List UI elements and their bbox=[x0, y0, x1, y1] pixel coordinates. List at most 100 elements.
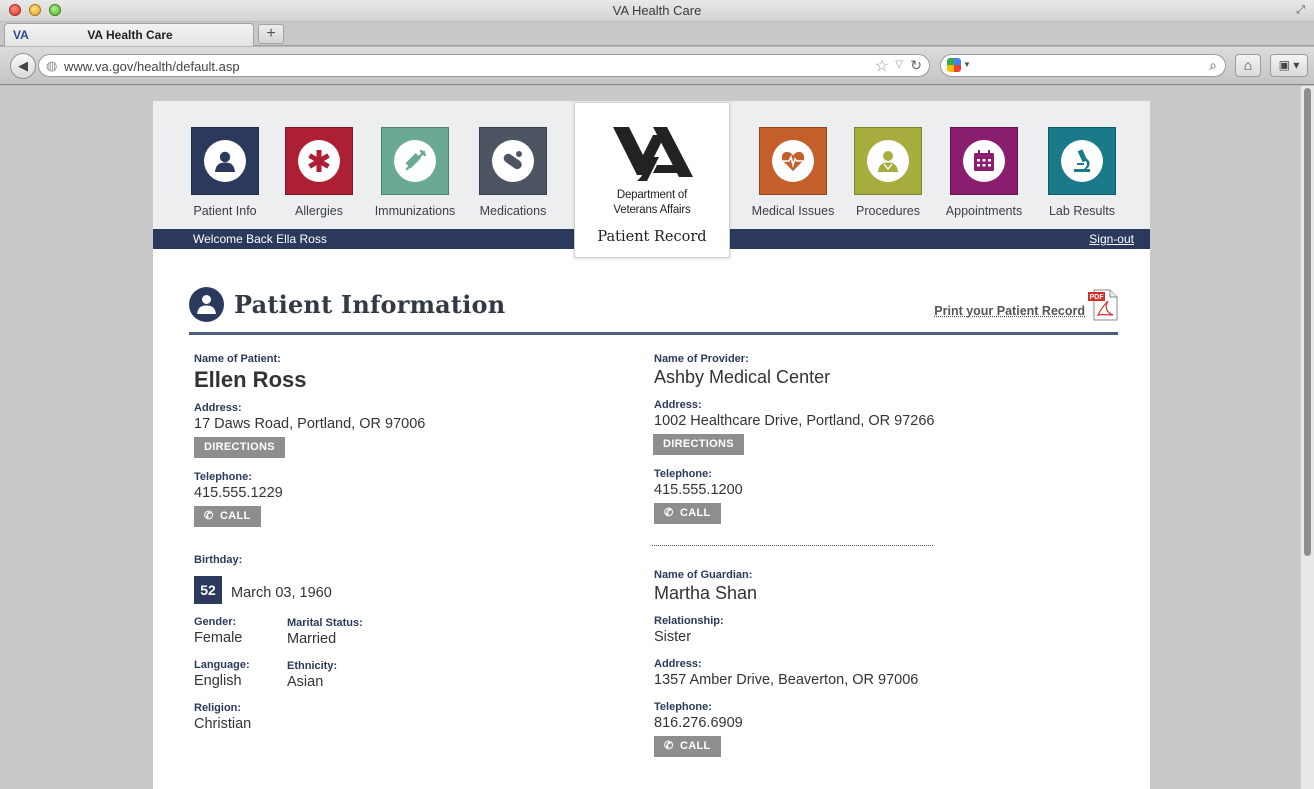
dept-line-2: Veterans Affairs bbox=[613, 204, 691, 216]
call-label: CALL bbox=[220, 510, 251, 522]
pdf-badge-text: PDF bbox=[1090, 294, 1105, 301]
tab-title: VA Health Care bbox=[87, 28, 173, 42]
fullscreen-icon[interactable]: ⤢ bbox=[1296, 4, 1305, 17]
page-menu-button[interactable]: ▣ ▾ bbox=[1270, 54, 1308, 77]
nav-label: Procedures bbox=[856, 204, 920, 218]
nav-label: Medications bbox=[479, 204, 547, 218]
scroll-thumb[interactable] bbox=[1304, 88, 1311, 556]
lab-results-tile bbox=[1048, 127, 1116, 195]
tile-circle bbox=[394, 140, 436, 182]
globe-icon: ◍ bbox=[46, 58, 58, 73]
bookmark-star-icon[interactable]: ☆ bbox=[875, 56, 889, 76]
provider-call-button[interactable]: ✆ CALL bbox=[654, 503, 721, 524]
search-engine-caret-icon[interactable]: ▼ bbox=[963, 60, 971, 69]
patient-record-title: Patient Record bbox=[597, 229, 707, 245]
tile-circle bbox=[1061, 140, 1103, 182]
guardian-address: 1357 Amber Drive, Beaverton, OR 97006 bbox=[654, 672, 919, 688]
nav-label: Allergies bbox=[295, 204, 343, 218]
tile-circle bbox=[772, 140, 814, 182]
call-label: CALL bbox=[680, 740, 711, 752]
medical-issues-tile bbox=[759, 127, 827, 195]
patient-telephone-label: Telephone: bbox=[194, 471, 252, 483]
page-title: Patient Information bbox=[234, 290, 506, 319]
tile-circle bbox=[963, 140, 1005, 182]
patient-address: 17 Daws Road, Portland, OR 97006 bbox=[194, 416, 426, 432]
patient-name: Ellen Ross bbox=[194, 367, 307, 392]
patient-telephone: 415.555.1229 bbox=[194, 485, 283, 501]
allergies-tile bbox=[285, 127, 353, 195]
nav-label: Lab Results bbox=[1048, 204, 1115, 218]
procedures-tile bbox=[854, 127, 922, 195]
language-value: English bbox=[194, 673, 242, 689]
nav-item-patient-info[interactable]: Patient Info bbox=[177, 127, 273, 218]
address-bar[interactable]: ◍ www.va.gov/health/default.asp ☆ ▽ ↻ bbox=[38, 54, 930, 77]
nav-item-allergies[interactable]: Allergies bbox=[271, 127, 367, 218]
guardian-name-label: Name of Guardian: bbox=[654, 569, 753, 581]
age-badge: 52 bbox=[194, 576, 222, 604]
guardian-telephone: 816.276.6909 bbox=[654, 715, 743, 731]
sign-out-link[interactable]: Sign-out bbox=[1089, 232, 1134, 246]
nav-item-immunizations[interactable]: Immunizations bbox=[367, 127, 463, 218]
new-tab-button[interactable]: + bbox=[258, 24, 284, 44]
welcome-message: Welcome Back Ella Ross bbox=[193, 232, 327, 246]
patient-address-label: Address: bbox=[194, 402, 242, 414]
patient-info-header-icon bbox=[189, 287, 224, 322]
nav-item-lab-results[interactable]: Lab Results bbox=[1034, 127, 1130, 218]
search-bar[interactable]: ▼ ⌕ bbox=[940, 54, 1226, 77]
guardian-telephone-label: Telephone: bbox=[654, 701, 712, 713]
nav-item-medications[interactable]: Medications bbox=[465, 127, 561, 218]
guardian-call-button[interactable]: ✆ CALL bbox=[654, 736, 721, 757]
nav-label: Appointments bbox=[945, 204, 1023, 218]
pdf-icon[interactable]: PDF bbox=[1088, 289, 1118, 321]
back-button[interactable]: ◀ bbox=[10, 53, 36, 79]
tile-circle bbox=[867, 140, 909, 182]
chevron-down-icon[interactable]: ▽ bbox=[895, 59, 903, 70]
patient-directions-button[interactable]: DIRECTIONS bbox=[194, 437, 285, 458]
patient-call-button[interactable]: ✆ CALL bbox=[194, 506, 261, 527]
window-title: VA Health Care bbox=[612, 3, 702, 18]
gender-value: Female bbox=[194, 630, 243, 646]
section-header: Patient Information Print your Patient R… bbox=[189, 287, 1118, 335]
call-label: CALL bbox=[680, 507, 711, 519]
nav-item-procedures[interactable]: Procedures bbox=[840, 127, 936, 218]
patient-record-page: Patient Info Allergies Immunizations Med… bbox=[153, 101, 1150, 789]
doctor-icon bbox=[878, 151, 898, 172]
va-logo-box[interactable]: Department of Veterans Affairs Patient R… bbox=[574, 102, 730, 258]
pill-icon bbox=[503, 151, 522, 170]
language-label: Language: bbox=[194, 659, 250, 671]
window-titlebar: VA Health Care ⤢ bbox=[0, 0, 1314, 22]
patient-icon bbox=[215, 151, 235, 172]
vertical-scrollbar[interactable] bbox=[1300, 86, 1314, 789]
provider-name-label: Name of Provider: bbox=[654, 353, 749, 365]
nav-label: Immunizations bbox=[374, 204, 456, 218]
browser-tab[interactable]: VA VA Health Care bbox=[4, 23, 254, 46]
va-logo-icon bbox=[613, 127, 693, 181]
page-viewport: Patient Info Allergies Immunizations Med… bbox=[0, 86, 1314, 789]
browser-toolbar: ◀ ◍ www.va.gov/health/default.asp ☆ ▽ ↻ … bbox=[0, 47, 1314, 85]
tile-circle bbox=[204, 140, 246, 182]
birthday-label: Birthday: bbox=[194, 554, 243, 566]
phone-icon: ✆ bbox=[664, 507, 674, 519]
nav-label: Medical Issues bbox=[751, 204, 835, 218]
reload-icon[interactable]: ↻ bbox=[910, 57, 922, 74]
provider-directions-button[interactable]: DIRECTIONS bbox=[653, 434, 744, 455]
marital-status-label: Marital Status: bbox=[287, 617, 363, 629]
print-record-link[interactable]: Print your Patient Record bbox=[934, 304, 1085, 318]
tile-circle bbox=[492, 140, 534, 182]
calendar-icon bbox=[974, 150, 994, 171]
nav-item-appointments[interactable]: Appointments bbox=[936, 127, 1032, 218]
heart-monitor-icon bbox=[781, 151, 805, 171]
tab-bar: VA VA Health Care + bbox=[0, 22, 1314, 46]
home-button[interactable]: ⌂ bbox=[1235, 54, 1261, 77]
gender-label: Gender: bbox=[194, 616, 237, 628]
nav-item-medical-issues[interactable]: Medical Issues bbox=[745, 127, 841, 218]
relationship-label: Relationship: bbox=[654, 615, 724, 627]
ethnicity-label: Ethnicity: bbox=[287, 660, 338, 672]
google-icon[interactable] bbox=[947, 58, 961, 72]
search-icon[interactable]: ⌕ bbox=[1209, 57, 1217, 74]
url-text: www.va.gov/health/default.asp bbox=[64, 59, 240, 74]
divider bbox=[652, 545, 933, 546]
patient-icon bbox=[197, 295, 216, 314]
nav-label: Patient Info bbox=[193, 204, 257, 218]
appointments-tile bbox=[950, 127, 1018, 195]
